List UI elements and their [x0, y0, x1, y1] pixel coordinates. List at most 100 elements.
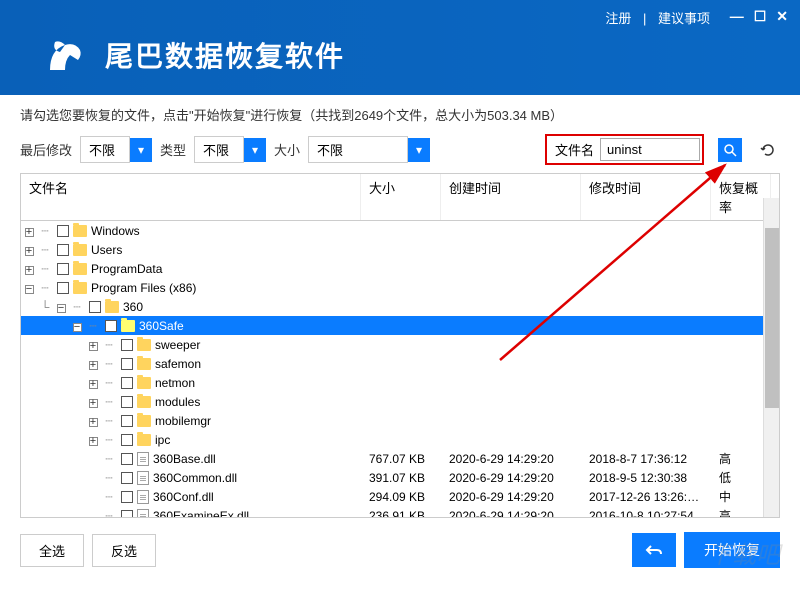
row-checkbox[interactable] — [89, 301, 101, 313]
folder-icon — [137, 415, 151, 427]
suggestions-link[interactable]: 建议事项 — [658, 11, 710, 26]
tree-folder-row[interactable]: + ┈ Users — [21, 240, 779, 259]
maximize-button[interactable]: ☐ — [754, 8, 767, 25]
tree-folder-row[interactable]: + ┈ ipc — [21, 430, 779, 449]
size-label: 大小 — [274, 140, 300, 159]
file-icon — [137, 509, 149, 519]
search-area: 文件名 — [545, 134, 704, 165]
size-select[interactable]: 不限 — [308, 136, 408, 163]
expander-icon[interactable]: + — [89, 361, 98, 370]
search-label: 文件名 — [549, 140, 600, 159]
expander-icon[interactable]: + — [25, 228, 34, 237]
expander-icon[interactable]: − — [73, 323, 82, 332]
row-checkbox[interactable] — [121, 434, 133, 446]
row-checkbox[interactable] — [57, 282, 69, 294]
row-checkbox[interactable] — [105, 320, 117, 332]
tree-folder-row[interactable]: + ┈ modules — [21, 392, 779, 411]
undo-button[interactable] — [632, 533, 676, 567]
folder-icon — [137, 358, 151, 370]
tree-file-row[interactable]: ┈ 360Common.dll 391.07 KB 2020-6-29 14:2… — [21, 468, 779, 487]
select-all-button[interactable]: 全选 — [20, 534, 84, 567]
tree-folder-row[interactable]: + ┈ Windows — [21, 221, 779, 240]
last-modify-label: 最后修改 — [20, 140, 72, 159]
row-checkbox[interactable] — [121, 377, 133, 389]
expander-icon[interactable]: + — [89, 380, 98, 389]
file-icon — [137, 471, 149, 485]
tree-folder-row[interactable]: + ┈ netmon — [21, 373, 779, 392]
expander-icon[interactable]: + — [89, 437, 98, 446]
tree-body: + ┈ Windows + ┈ Users + ┈ ProgramData − … — [21, 221, 779, 518]
tree-folder-row[interactable]: − ┈ Program Files (x86) — [21, 278, 779, 297]
row-checkbox[interactable] — [57, 263, 69, 275]
folder-icon — [121, 320, 135, 332]
row-checkbox[interactable] — [121, 339, 133, 351]
search-icon — [723, 143, 737, 157]
col-create-header[interactable]: 创建时间 — [441, 174, 581, 220]
tree-file-row[interactable]: ┈ 360ExamineEx.dll 236.91 KB 2020-6-29 1… — [21, 506, 779, 518]
expander-icon[interactable]: + — [89, 418, 98, 427]
folder-icon — [73, 282, 87, 294]
row-checkbox[interactable] — [57, 225, 69, 237]
scrollbar-thumb[interactable] — [765, 228, 779, 408]
tree-folder-row-selected[interactable]: − ┈ 360Safe — [21, 316, 779, 335]
row-checkbox[interactable] — [121, 396, 133, 408]
search-button[interactable] — [718, 138, 742, 162]
app-title: 尾巴数据恢复软件 — [105, 35, 345, 75]
search-input[interactable] — [600, 138, 700, 161]
table-header: 文件名 大小 创建时间 修改时间 恢复概率 — [21, 174, 779, 221]
expander-icon[interactable]: + — [89, 399, 98, 408]
expander-icon[interactable]: + — [89, 342, 98, 351]
link-divider: | — [643, 11, 646, 26]
tree-folder-row[interactable]: + ┈ ProgramData — [21, 259, 779, 278]
folder-icon — [105, 301, 119, 313]
tree-file-row[interactable]: ┈ 360Conf.dll 294.09 KB 2020-6-29 14:29:… — [21, 487, 779, 506]
refresh-button[interactable] — [756, 138, 780, 162]
minimize-button[interactable]: — — [730, 8, 744, 25]
row-checkbox[interactable] — [121, 415, 133, 427]
expander-icon[interactable]: − — [25, 285, 34, 294]
invert-selection-button[interactable]: 反选 — [92, 534, 156, 567]
row-checkbox[interactable] — [121, 510, 133, 519]
folder-icon — [137, 377, 151, 389]
tree-folder-row[interactable]: └ − ┈ 360 — [21, 297, 779, 316]
vertical-scrollbar[interactable] — [763, 198, 779, 517]
register-link[interactable]: 注册 — [605, 11, 631, 26]
expander-icon[interactable]: − — [57, 304, 66, 313]
row-checkbox[interactable] — [121, 491, 133, 503]
expander-icon[interactable]: + — [25, 247, 34, 256]
row-checkbox[interactable] — [121, 472, 133, 484]
col-size-header[interactable]: 大小 — [361, 174, 441, 220]
col-rate-header[interactable]: 恢复概率 — [711, 174, 771, 220]
folder-icon — [73, 225, 87, 237]
chevron-down-icon[interactable]: ▾ — [408, 138, 430, 162]
file-icon — [137, 452, 149, 466]
footer-bar: 全选 反选 开始恢复 — [0, 518, 800, 582]
folder-icon — [137, 434, 151, 446]
refresh-icon — [760, 142, 776, 158]
last-modify-select[interactable]: 不限 — [80, 136, 130, 163]
row-checkbox[interactable] — [121, 453, 133, 465]
chevron-down-icon[interactable]: ▾ — [244, 138, 266, 162]
expander-icon[interactable]: + — [25, 266, 34, 275]
tree-file-row[interactable]: ┈ 360Base.dll 767.07 KB 2020-6-29 14:29:… — [21, 449, 779, 468]
app-logo-icon — [40, 30, 90, 80]
instruction-text: 请勾选您要恢复的文件，点击"开始恢复"进行恢复（共找到2649个文件，总大小为5… — [0, 95, 800, 130]
app-header: 注册 | 建议事项 — ☐ ✕ 尾巴数据恢复软件 — [0, 0, 800, 95]
file-table: 文件名 大小 创建时间 修改时间 恢复概率 + ┈ Windows + ┈ Us… — [20, 173, 780, 518]
col-modify-header[interactable]: 修改时间 — [581, 174, 711, 220]
type-select[interactable]: 不限 — [194, 136, 244, 163]
folder-icon — [73, 263, 87, 275]
folder-icon — [73, 244, 87, 256]
tree-folder-row[interactable]: + ┈ mobilemgr — [21, 411, 779, 430]
window-controls: — ☐ ✕ — [730, 8, 788, 25]
row-checkbox[interactable] — [121, 358, 133, 370]
tree-folder-row[interactable]: + ┈ safemon — [21, 354, 779, 373]
col-name-header[interactable]: 文件名 — [21, 174, 361, 220]
undo-icon — [645, 543, 663, 557]
tree-folder-row[interactable]: + ┈ sweeper — [21, 335, 779, 354]
start-recovery-button[interactable]: 开始恢复 — [684, 532, 780, 568]
row-checkbox[interactable] — [57, 244, 69, 256]
close-button[interactable]: ✕ — [776, 8, 788, 25]
filter-bar: 最后修改 不限 ▾ 类型 不限 ▾ 大小 不限 ▾ 文件名 — [0, 130, 800, 173]
chevron-down-icon[interactable]: ▾ — [130, 138, 152, 162]
